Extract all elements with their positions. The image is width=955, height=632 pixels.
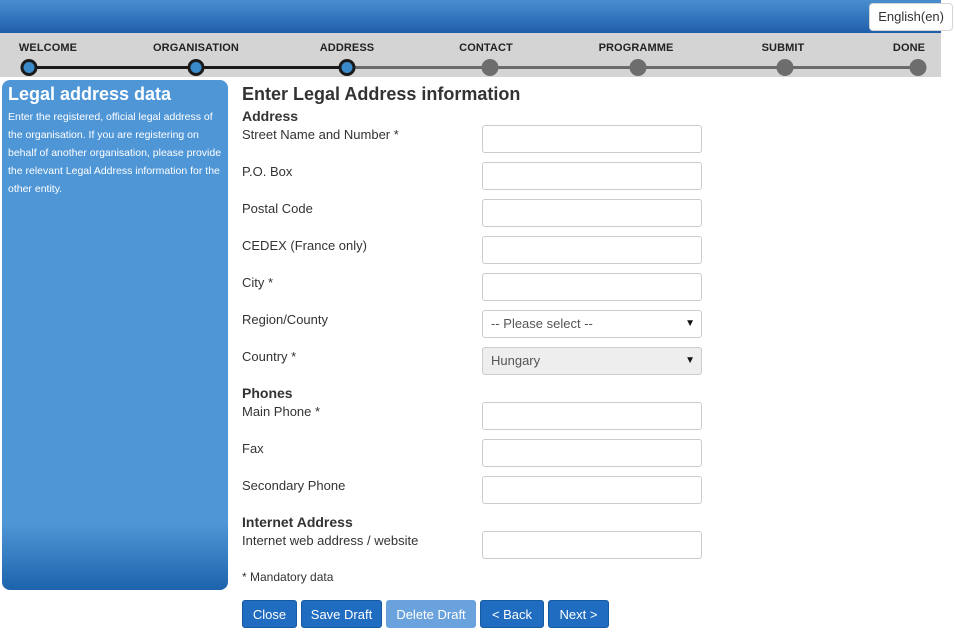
fax-label: Fax (242, 441, 264, 456)
step-dot-submit (776, 59, 794, 76)
region-select-value: -- Please select -- (491, 316, 593, 331)
step-label-organisation: ORGANISATION (153, 42, 239, 54)
mandatory-note: * Mandatory data (242, 570, 334, 584)
section-heading-internet: Internet Address (242, 514, 353, 530)
step-label-address: ADDRESS (319, 42, 375, 54)
step-label-contact: CONTACT (459, 42, 513, 54)
region-label: Region/County (242, 312, 328, 327)
city-input[interactable] (482, 273, 702, 301)
step-dot-contact (481, 59, 499, 76)
country-select[interactable]: Hungary ▼ (482, 347, 702, 375)
section-heading-phones: Phones (242, 385, 293, 401)
step-dot-organisation[interactable] (187, 59, 205, 76)
section-heading-address: Address (242, 108, 299, 124)
side-panel-title: Legal address data (8, 84, 172, 104)
step-dot-welcome[interactable] (20, 59, 38, 76)
help-side-panel: Legal address data Enter the registered,… (2, 80, 228, 590)
main-phone-input[interactable] (482, 402, 702, 430)
step-dot-programme (629, 59, 647, 76)
top-header-bar (0, 0, 941, 33)
pobox-input[interactable] (482, 162, 702, 190)
step-label-welcome: WELCOME (18, 42, 78, 54)
cedex-label: CEDEX (France only) (242, 238, 367, 253)
street-input[interactable] (482, 125, 702, 153)
website-input[interactable] (482, 531, 702, 559)
secondary-phone-label: Secondary Phone (242, 478, 346, 493)
save-draft-button[interactable]: Save Draft (301, 600, 382, 628)
page-title: Enter Legal Address information (242, 84, 521, 104)
website-label: Internet web address / website (242, 533, 419, 548)
step-dot-address[interactable] (338, 59, 356, 76)
close-button[interactable]: Close (242, 600, 297, 628)
side-panel-text: Enter the registered, official legal add… (8, 111, 222, 195)
fax-input[interactable] (482, 439, 702, 467)
postal-code-input[interactable] (482, 199, 702, 227)
step-label-programme: PROGRAMME (598, 42, 674, 54)
secondary-phone-input[interactable] (482, 476, 702, 504)
back-button[interactable]: < Back (480, 600, 544, 628)
cedex-input[interactable] (482, 236, 702, 264)
language-selector[interactable]: English(en) (869, 3, 953, 31)
progress-steps: WELCOME ORGANISATION ADDRESS CONTACT PRO… (0, 33, 941, 77)
postal-code-label: Postal Code (242, 201, 313, 216)
pobox-label: P.O. Box (242, 164, 293, 179)
street-label: Street Name and Number * (242, 127, 399, 142)
country-label: Country * (242, 349, 297, 364)
country-select-value: Hungary (491, 353, 541, 368)
next-button[interactable]: Next > (548, 600, 609, 628)
caret-down-icon: ▼ (685, 318, 695, 329)
step-label-submit: SUBMIT (761, 42, 805, 54)
main-phone-label: Main Phone * (242, 404, 321, 419)
caret-down-icon: ▼ (685, 355, 695, 366)
step-dot-done (909, 59, 927, 76)
city-label: City * (242, 275, 274, 290)
delete-draft-button[interactable]: Delete Draft (386, 600, 476, 628)
region-select[interactable]: -- Please select -- ▼ (482, 310, 702, 338)
step-label-done: DONE (892, 42, 926, 54)
